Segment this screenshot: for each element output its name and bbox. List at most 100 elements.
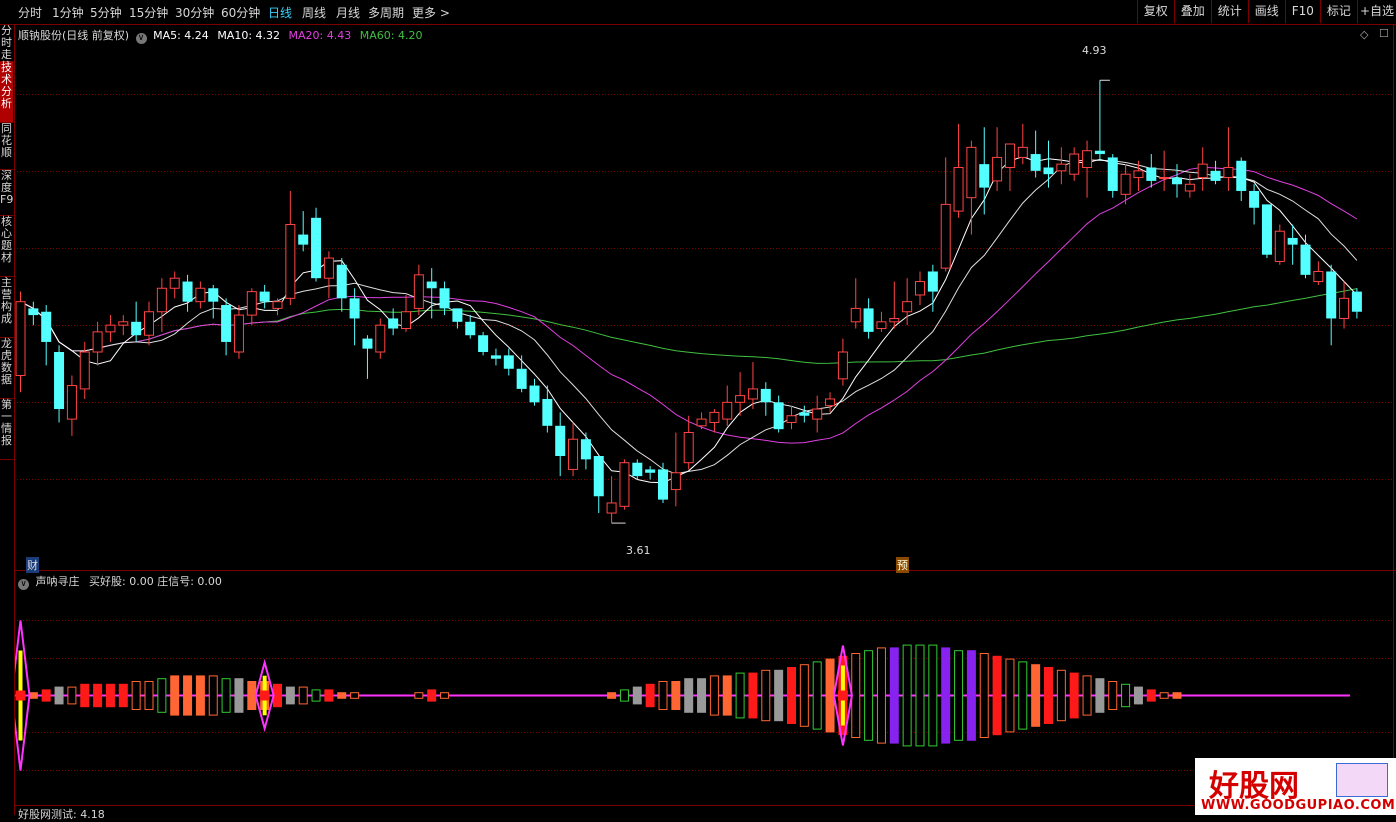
candle-body-down	[1326, 271, 1337, 319]
sonar-bar	[105, 683, 115, 708]
sidebar-item-ths[interactable]: 同花顺	[0, 123, 13, 170]
candle-body-up	[1159, 177, 1170, 180]
finance-badge[interactable]: 财	[26, 557, 39, 573]
candle-body-up	[850, 307, 861, 323]
chevron-down-icon[interactable]: ∨	[135, 33, 147, 44]
period-toolbar: 分时 1分钟 5分钟 15分钟 30分钟 60分钟 日线 周线 月线 多周期 更…	[0, 0, 1396, 25]
period-tab-fenshi[interactable]: 分时	[18, 4, 42, 21]
sonar-bar	[928, 644, 938, 747]
low-price-label: 3.61	[626, 544, 651, 557]
period-tab-15min[interactable]: 15分钟	[129, 4, 168, 21]
chevron-down-icon[interactable]: ∨	[18, 579, 29, 590]
stock-title: 顺钠股份(日线 前复权)	[18, 29, 130, 42]
tool-f10-button[interactable]: F10	[1284, 0, 1320, 23]
period-tab-60min[interactable]: 60分钟	[221, 4, 260, 21]
tool-watchlist-button[interactable]: +自选	[1356, 0, 1396, 23]
settings-square-icon[interactable]: ☐	[1379, 27, 1389, 40]
sidebar-item-dragon[interactable]: 龙虎数据	[0, 338, 13, 399]
candle-body-up	[568, 438, 579, 470]
candle-body-up	[1274, 230, 1285, 262]
sidebar-item-depth[interactable]: 深度F9	[0, 170, 13, 216]
candle-body-up	[722, 401, 733, 420]
candle-body-down	[760, 388, 771, 403]
sonar-bar	[118, 683, 128, 708]
candle-body-down	[1172, 177, 1182, 185]
candle-body-up	[195, 287, 206, 303]
candle-body-down	[311, 217, 322, 279]
candle-body-up	[413, 274, 424, 309]
candle-body-down	[41, 311, 52, 342]
period-tab-more[interactable]: 更多 >	[412, 4, 450, 21]
candle-body-up	[1120, 173, 1131, 195]
sonar-bar	[799, 664, 809, 727]
candle-body-up	[683, 432, 694, 464]
tool-overlay-button[interactable]: 叠加	[1173, 0, 1211, 23]
period-tab-1min[interactable]: 1分钟	[52, 4, 84, 21]
signal-core	[15, 690, 26, 701]
candle-body-down	[927, 271, 938, 292]
candle-body-up	[1004, 143, 1015, 168]
candle-body-down	[490, 355, 501, 359]
sonar-bar	[131, 681, 141, 710]
sonar-bar	[902, 644, 912, 747]
candle-body-up	[272, 301, 283, 309]
candle-body-up	[1069, 153, 1080, 175]
candle-body-up	[1017, 146, 1028, 158]
tool-draw-button[interactable]: 画线	[1247, 0, 1285, 23]
indicator-legend: ∨ 声呐寻庄 买好股: 0.00 庄信号: 0.00	[18, 573, 222, 590]
candle-body-down	[1300, 244, 1311, 275]
candle-body-up	[1223, 166, 1234, 179]
chart-canvas[interactable]	[0, 0, 1396, 815]
indicator-title: 声呐寻庄	[35, 575, 80, 588]
tool-mark-button[interactable]: 标记	[1319, 0, 1357, 23]
candle-body-up	[786, 415, 797, 423]
period-tab-5min[interactable]: 5分钟	[90, 4, 122, 21]
forecast-badge[interactable]: 预	[896, 557, 909, 573]
candle-body-up	[66, 385, 77, 420]
ma20-value: MA20: 4.43	[288, 29, 352, 42]
candle-body-down	[208, 288, 219, 302]
sonar-bar	[170, 675, 180, 716]
candle-body-down	[182, 281, 193, 302]
candle-body-up	[619, 462, 630, 507]
sonar-bar	[607, 692, 617, 699]
sidebar-item-realtime[interactable]: 分时走势	[0, 25, 13, 73]
candle-body-down	[593, 456, 604, 497]
period-tab-daily[interactable]: 日线	[268, 4, 292, 21]
candle-body-up	[1197, 163, 1208, 179]
candle-body-down	[439, 288, 450, 309]
sidebar-item-intel[interactable]: 第一情报	[0, 399, 13, 460]
sonar-bar	[67, 686, 77, 705]
candle-body-up	[1184, 183, 1195, 192]
period-tab-weekly[interactable]: 周线	[302, 4, 326, 21]
sonar-bar	[851, 653, 861, 738]
sonar-bar	[28, 692, 38, 699]
sidebar-item-technical[interactable]: 技术分析	[0, 62, 13, 123]
period-tab-monthly[interactable]: 月线	[336, 4, 360, 21]
sonar-bar	[1005, 658, 1015, 733]
sidebar-item-theme[interactable]: 核心题材	[0, 216, 13, 277]
high-price-label: 4.93	[1082, 44, 1107, 57]
candle-body-up	[156, 287, 167, 313]
candle-body-down	[298, 234, 309, 245]
sidebar-item-business[interactable]: 主营构成	[0, 277, 13, 338]
sonar-bar	[337, 692, 347, 699]
candle-body-down	[388, 318, 399, 329]
sonar-bar	[208, 675, 218, 716]
candle-body-down	[503, 355, 514, 369]
period-tab-multi[interactable]: 多周期	[368, 4, 404, 21]
diamond-icon[interactable]: ◇	[1360, 28, 1368, 41]
sonar-bar	[324, 689, 334, 702]
tool-stats-button[interactable]: 统计	[1210, 0, 1248, 23]
candle-body-up	[889, 317, 900, 323]
sonar-bar	[966, 650, 976, 741]
sonar-bar	[298, 686, 308, 705]
candle-body-down	[478, 335, 489, 352]
sonar-bar	[619, 689, 629, 702]
period-tab-30min[interactable]: 30分钟	[175, 4, 214, 21]
tool-adjust-button[interactable]: 复权	[1136, 0, 1174, 23]
candle-body-down	[863, 308, 874, 332]
candle-body-down	[555, 425, 566, 456]
candle-body-down	[1351, 291, 1362, 312]
candle-body-down	[1261, 204, 1272, 255]
